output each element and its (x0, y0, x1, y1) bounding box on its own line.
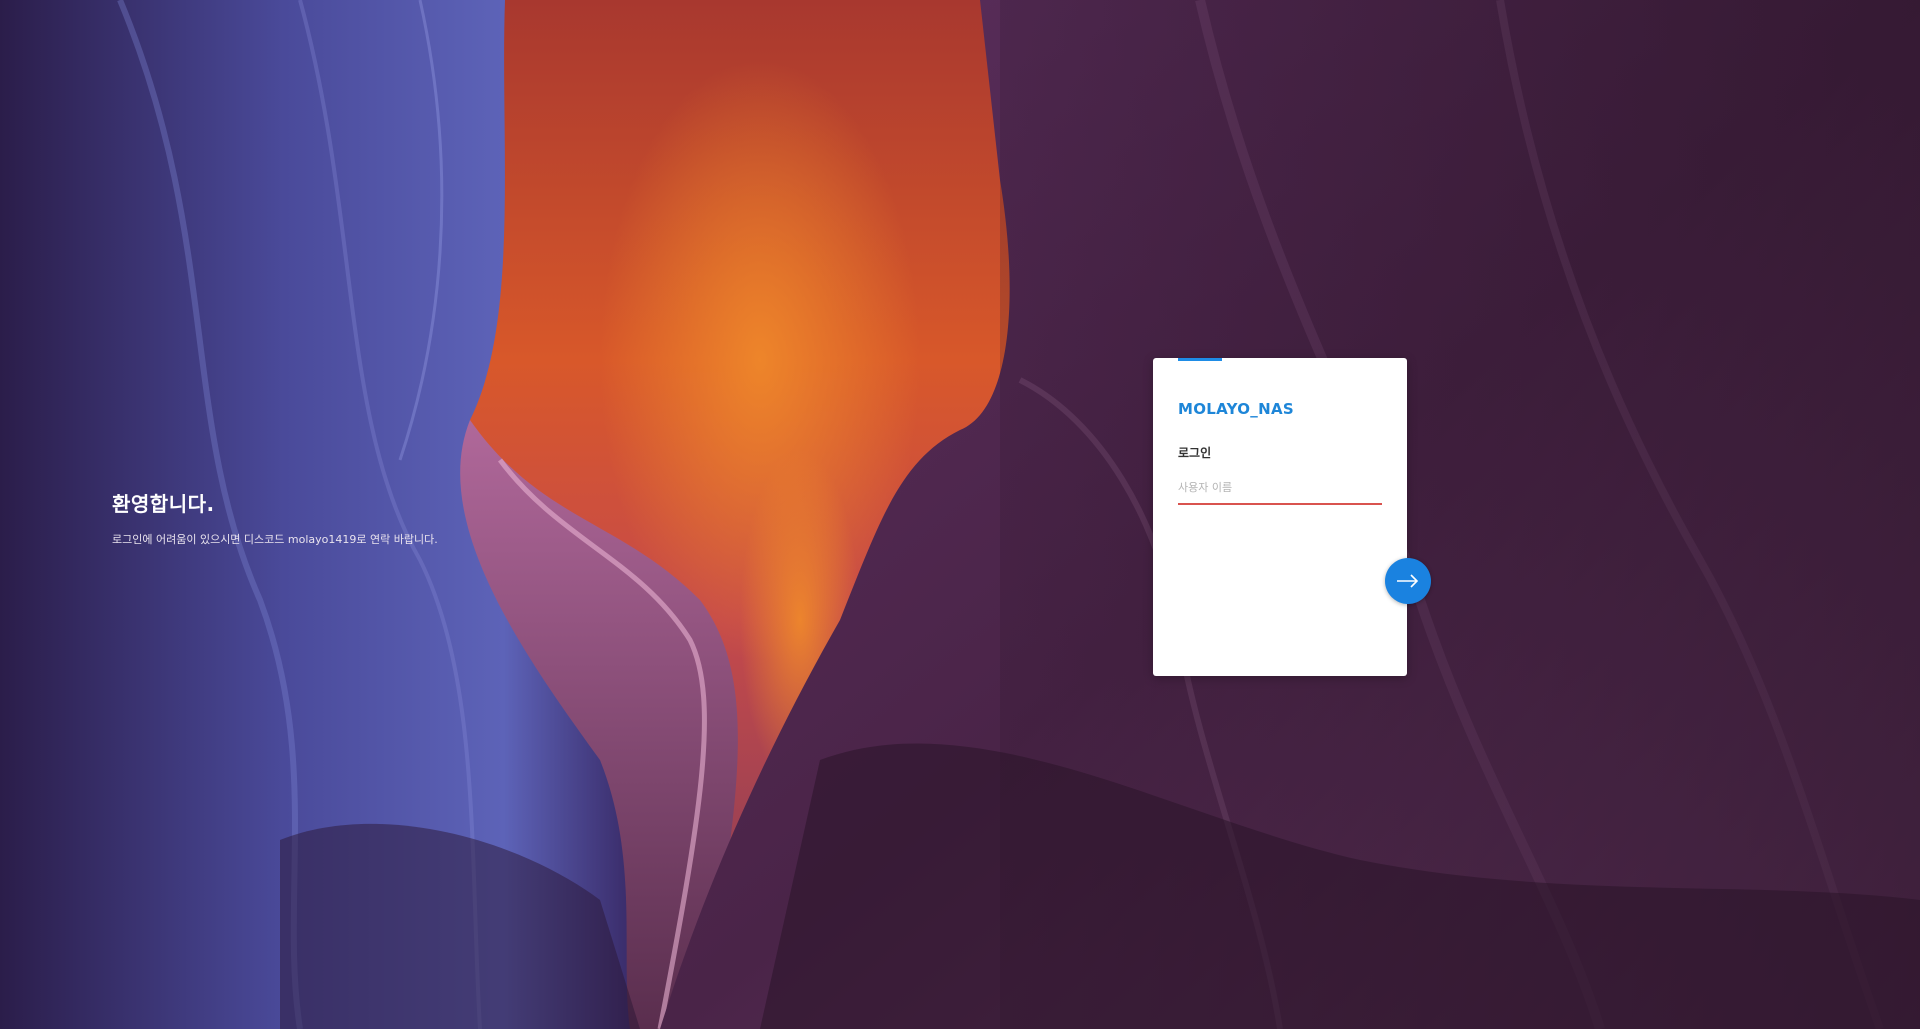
login-card: MOLAYO_NAS 로그인 (1153, 358, 1407, 676)
card-accent-bar (1178, 358, 1222, 361)
welcome-section: 환영합니다. 로그인에 어려움이 있으시면 디스코드 molayo1419로 연… (112, 488, 438, 547)
welcome-subtitle: 로그인에 어려움이 있으시면 디스코드 molayo1419로 연락 바랍니다. (112, 533, 438, 546)
login-heading: 로그인 (1178, 446, 1212, 460)
server-name: MOLAYO_NAS (1178, 400, 1294, 418)
welcome-title: 환영합니다. (112, 492, 215, 516)
arrow-right-icon (1397, 574, 1419, 588)
username-input[interactable] (1178, 475, 1382, 505)
next-button[interactable] (1385, 558, 1431, 604)
